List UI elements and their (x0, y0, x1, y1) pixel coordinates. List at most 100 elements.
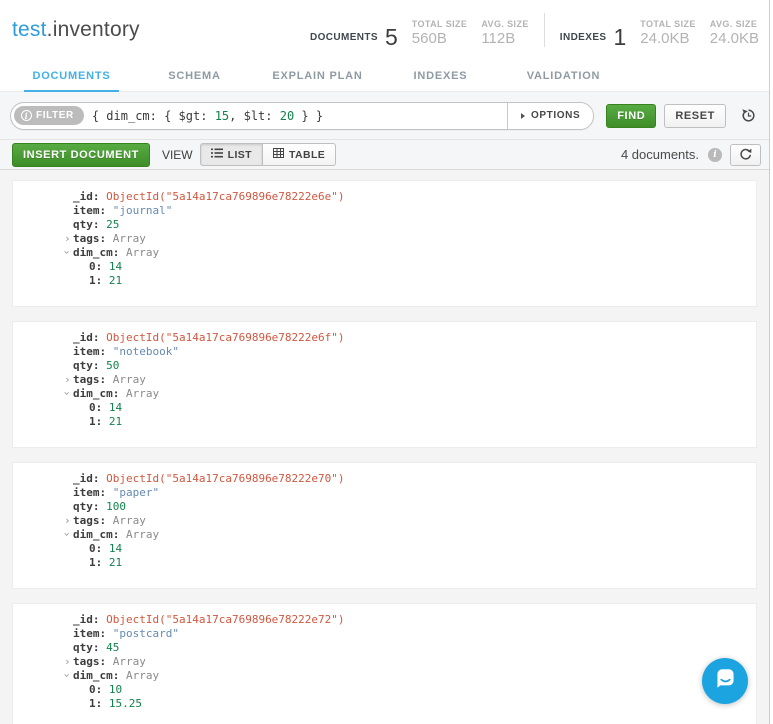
document-field-row: item: "postcard" (13, 627, 756, 641)
field-value: "paper" (106, 486, 159, 499)
field-key: item: (73, 345, 106, 358)
collapse-field-icon[interactable]: › (62, 246, 73, 260)
collapse-field-icon[interactable]: › (62, 528, 73, 542)
field-key: item: (73, 486, 106, 499)
document-field-row: qty: 100 (13, 500, 756, 514)
document-field-row: ›dim_cm: Array (13, 246, 756, 260)
collapse-field-icon[interactable]: › (62, 669, 73, 683)
document-count-text: 4 documents. (621, 147, 699, 162)
document-field-row: qty: 25 (13, 218, 756, 232)
document-card: _id: ObjectId("5a14a17ca769896e78222e6f"… (12, 321, 757, 448)
expand-field-icon[interactable]: › (62, 514, 73, 528)
field-value: ObjectId("5a14a17ca769896e78222e6e") (100, 190, 345, 203)
field-value: Array (106, 373, 146, 386)
collapse-field-icon[interactable]: › (62, 387, 73, 401)
field-key: dim_cm: (73, 246, 119, 259)
stats-divider (544, 13, 545, 47)
document-field-row: ›dim_cm: Array (13, 528, 756, 542)
documents-stats: DOCUMENTS 5 TOTAL SIZE 560B AVG. SIZE 11… (310, 19, 529, 47)
tab-validation[interactable]: VALIDATION (502, 60, 625, 91)
field-key: _id: (73, 472, 100, 485)
filter-token: } } (294, 109, 323, 123)
document-field-row: item: "paper" (13, 486, 756, 500)
filter-token: 20 (280, 109, 294, 123)
field-key: _id: (73, 613, 100, 626)
expand-field-icon[interactable]: › (62, 373, 73, 387)
field-value: Array (119, 246, 159, 259)
list-view-label: LIST (228, 149, 252, 161)
chat-widget-button[interactable] (702, 658, 748, 704)
reset-button[interactable]: RESET (664, 104, 726, 128)
tab-indexes[interactable]: INDEXES (379, 60, 502, 91)
field-value: "postcard" (106, 627, 179, 640)
field-value: 21 (102, 274, 122, 287)
refresh-documents-button[interactable] (730, 144, 761, 166)
document-field-row: ›dim_cm: Array (13, 387, 756, 401)
indexes-stat-label: INDEXES (560, 32, 607, 47)
indexes-total-size-value: 24.0KB (640, 30, 696, 47)
document-card: _id: ObjectId("5a14a17ca769896e78222e70"… (12, 462, 757, 589)
field-key: 1: (89, 697, 102, 710)
info-icon[interactable]: i (708, 148, 722, 162)
documents-avg-size-label: AVG. SIZE (481, 19, 528, 29)
document-field-row: 1: 15.25 (13, 697, 756, 711)
info-icon: i (21, 110, 32, 121)
field-value: Array (119, 669, 159, 682)
collection-stats: DOCUMENTS 5 TOTAL SIZE 560B AVG. SIZE 11… (310, 13, 759, 47)
field-value: "notebook" (106, 345, 179, 358)
scrollbar-track[interactable] (769, 0, 773, 724)
documents-count: 5 (385, 28, 398, 47)
field-key: 1: (89, 556, 102, 569)
filter-query-input[interactable]: { dim_cm: { $gt: 15, $lt: 20 } } (84, 109, 507, 123)
document-field-row: 1: 21 (13, 415, 756, 429)
document-list: _id: ObjectId("5a14a17ca769896e78222e6e"… (0, 170, 773, 724)
insert-document-button[interactable]: INSERT DOCUMENT (12, 143, 150, 167)
documents-total-size-value: 560B (412, 30, 468, 47)
field-value: 14 (102, 260, 122, 273)
field-value: Array (106, 514, 146, 527)
document-field-row: ›tags: Array (13, 514, 756, 528)
view-switcher: LIST TABLE (200, 143, 337, 166)
field-key: tags: (73, 373, 106, 386)
tab-schema[interactable]: SCHEMA (133, 60, 256, 91)
field-key: dim_cm: (73, 387, 119, 400)
tab-documents[interactable]: DOCUMENTS (10, 60, 133, 91)
find-button[interactable]: FIND (606, 104, 656, 128)
field-value: ObjectId("5a14a17ca769896e78222e72") (100, 613, 345, 626)
field-value: Array (106, 655, 146, 668)
document-field-row: item: "journal" (13, 204, 756, 218)
document-field-row: 1: 21 (13, 274, 756, 288)
query-bar: i FILTER { dim_cm: { $gt: 15, $lt: 20 } … (0, 92, 773, 140)
document-field-row: 1: 21 (13, 556, 756, 570)
field-key: _id: (73, 331, 100, 344)
indexes-total-size-label: TOTAL SIZE (640, 19, 696, 29)
caret-right-icon (521, 113, 525, 119)
collection-tab-bar: DOCUMENTSSCHEMAEXPLAIN PLANINDEXESVALIDA… (0, 60, 773, 92)
list-view-button[interactable]: LIST (200, 143, 263, 166)
database-name: test (12, 18, 47, 41)
document-field-row: 0: 14 (13, 260, 756, 274)
documents-toolbar: INSERT DOCUMENT VIEW LIST (0, 140, 773, 170)
field-key: 0: (89, 683, 102, 696)
document-field-row: ›tags: Array (13, 232, 756, 246)
field-value: 14 (102, 401, 122, 414)
table-view-button[interactable]: TABLE (263, 143, 336, 166)
document-field-row: ›tags: Array (13, 373, 756, 387)
indexes-avg-size-label: AVG. SIZE (710, 19, 759, 29)
expand-field-icon[interactable]: › (62, 232, 73, 246)
options-button[interactable]: OPTIONS (507, 103, 593, 129)
document-field-row: qty: 50 (13, 359, 756, 373)
field-key: dim_cm: (73, 528, 119, 541)
filter-input-box[interactable]: i FILTER { dim_cm: { $gt: 15, $lt: 20 } … (10, 102, 594, 130)
chat-bubble-icon (714, 667, 737, 695)
field-value: Array (119, 528, 159, 541)
tab-explain-plan[interactable]: EXPLAIN PLAN (256, 60, 379, 91)
field-key: dim_cm: (73, 669, 119, 682)
field-key: 1: (89, 415, 102, 428)
options-button-label: OPTIONS (531, 110, 580, 121)
field-value: 25 (100, 218, 120, 231)
query-history-button[interactable] (734, 103, 763, 129)
expand-field-icon[interactable]: › (62, 655, 73, 669)
filter-pill-label: FILTER (36, 110, 74, 121)
field-key: 0: (89, 401, 102, 414)
